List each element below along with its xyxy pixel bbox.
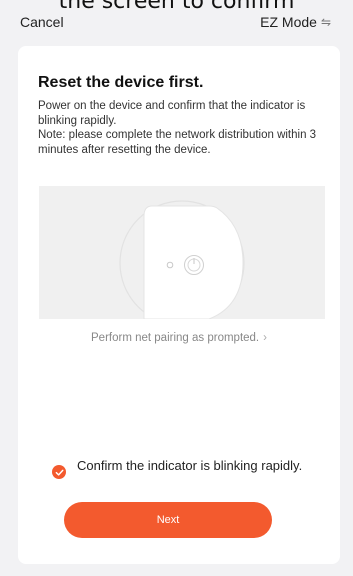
instructions-line1: Power on the device and confirm that the… [38, 100, 306, 127]
swap-icon: ⇋ [320, 15, 331, 29]
page-title: Reset the device first. [38, 74, 204, 91]
confirm-indicator-checkbox[interactable]: Confirm the indicator is blinking rapidl… [52, 458, 312, 479]
chevron-right-icon: › [263, 332, 267, 344]
instructions-line2: Note: please complete the network distri… [38, 129, 317, 156]
net-pairing-link[interactable]: Perform net pairing as prompted. › [18, 332, 340, 344]
instructions: Power on the device and confirm that the… [38, 99, 326, 157]
reset-card: Reset the device first. Power on the dev… [18, 46, 340, 564]
ez-mode-label: EZ Mode [260, 14, 317, 30]
confirm-indicator-label: Confirm the indicator is blinking rapidl… [77, 458, 303, 473]
cancel-button[interactable]: Cancel [20, 14, 64, 30]
ez-mode-button[interactable]: EZ Mode ⇋ [260, 14, 331, 30]
next-button[interactable]: Next [64, 502, 272, 538]
nav-bar: Cancel EZ Mode ⇋ [0, 14, 353, 36]
check-circle-icon[interactable] [52, 465, 66, 479]
checkmark-icon [55, 469, 63, 476]
top-caption: the screen to confirm [58, 0, 295, 14]
net-pairing-link-text: Perform net pairing as prompted. [91, 332, 260, 344]
device-illustration [39, 186, 325, 319]
device-drawing [119, 200, 245, 319]
